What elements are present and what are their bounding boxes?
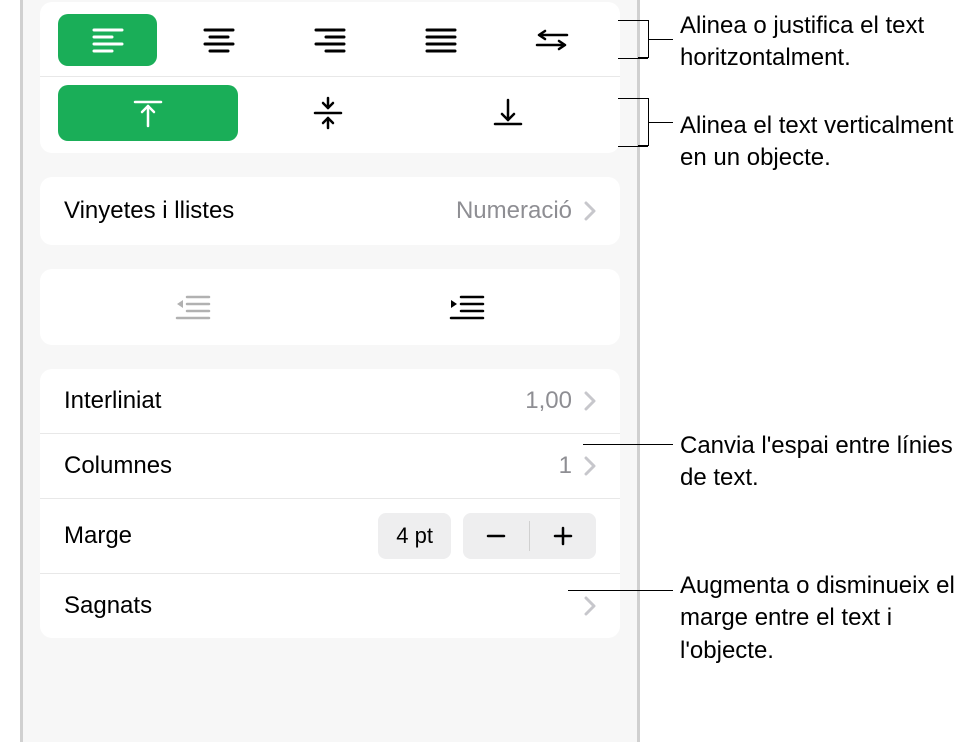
margin-decrease-button[interactable]: [463, 513, 529, 559]
align-center-icon: [203, 27, 235, 53]
callout-connector: [618, 98, 648, 99]
bullets-label: Vinyetes i llistes: [64, 197, 234, 225]
increase-indent-button[interactable]: [330, 281, 604, 333]
align-justify-button[interactable]: [392, 14, 491, 66]
margin-label: Marge: [64, 522, 132, 550]
columns-value: 1: [559, 452, 572, 480]
margin-value: 4 pt: [378, 513, 451, 559]
vertical-alignment-row: [40, 77, 620, 153]
callout-halign: Alinea o justifica el text horitzontalme…: [680, 10, 959, 75]
text-direction-icon: [535, 27, 569, 53]
increase-indent-icon: [449, 293, 485, 321]
callout-connector: [618, 146, 648, 147]
align-right-button[interactable]: [280, 14, 379, 66]
alignment-section: [40, 2, 620, 153]
callout-valign: Alinea el text verticalment en un object…: [680, 110, 959, 175]
callout-margin: Augmenta o disminueix el marge entre el …: [680, 570, 959, 667]
chevron-right-icon: [584, 456, 596, 476]
align-right-icon: [314, 27, 346, 53]
margin-controls: 4 pt: [378, 513, 596, 559]
callout-line-spacing: Canvia l'espai entre línies de text.: [680, 430, 959, 495]
align-left-button[interactable]: [58, 14, 157, 66]
chevron-right-icon: [584, 596, 596, 616]
decrease-indent-icon: [175, 293, 211, 321]
chevron-right-icon: [584, 391, 596, 411]
indents-row[interactable]: Sagnats: [40, 574, 620, 638]
line-spacing-row[interactable]: Interliniat 1,00: [40, 369, 620, 434]
valign-middle-button[interactable]: [238, 85, 418, 141]
format-panel: Vinyetes i llistes Numeració: [40, 2, 620, 662]
align-left-icon: [92, 27, 124, 53]
align-justify-icon: [425, 27, 457, 53]
margin-increase-button[interactable]: [530, 513, 596, 559]
margin-stepper: [463, 513, 596, 559]
columns-label: Columnes: [64, 452, 172, 480]
valign-top-button[interactable]: [58, 85, 238, 141]
valign-middle-icon: [313, 96, 343, 130]
callout-connector: [649, 39, 673, 40]
valign-bottom-button[interactable]: [418, 85, 598, 141]
callout-connector: [618, 20, 648, 21]
columns-row[interactable]: Columnes 1: [40, 434, 620, 499]
indents-label: Sagnats: [64, 592, 152, 620]
callout-connector: [649, 122, 673, 123]
chevron-right-icon: [584, 201, 596, 221]
decrease-indent-button[interactable]: [56, 281, 330, 333]
bullets-section: Vinyetes i llistes Numeració: [40, 177, 620, 245]
indent-buttons-row: [40, 269, 620, 345]
valign-bottom-icon: [493, 98, 523, 128]
spacing-section: Interliniat 1,00 Columnes 1 Marge 4 pt: [40, 369, 620, 638]
horizontal-alignment-row: [40, 2, 620, 77]
align-center-button[interactable]: [169, 14, 268, 66]
margin-row: Marge 4 pt: [40, 499, 620, 574]
callout-connector: [568, 590, 673, 591]
line-spacing-value: 1,00: [525, 387, 572, 415]
text-direction-button[interactable]: [503, 14, 602, 66]
plus-icon: [553, 526, 573, 546]
bullets-value: Numeració: [456, 197, 572, 225]
bullets-lists-row[interactable]: Vinyetes i llistes Numeració: [40, 177, 620, 245]
callout-connector: [583, 444, 673, 445]
indent-section: [40, 269, 620, 345]
line-spacing-label: Interliniat: [64, 387, 161, 415]
valign-top-icon: [133, 98, 163, 128]
callout-connector: [618, 58, 648, 59]
minus-icon: [486, 534, 506, 538]
